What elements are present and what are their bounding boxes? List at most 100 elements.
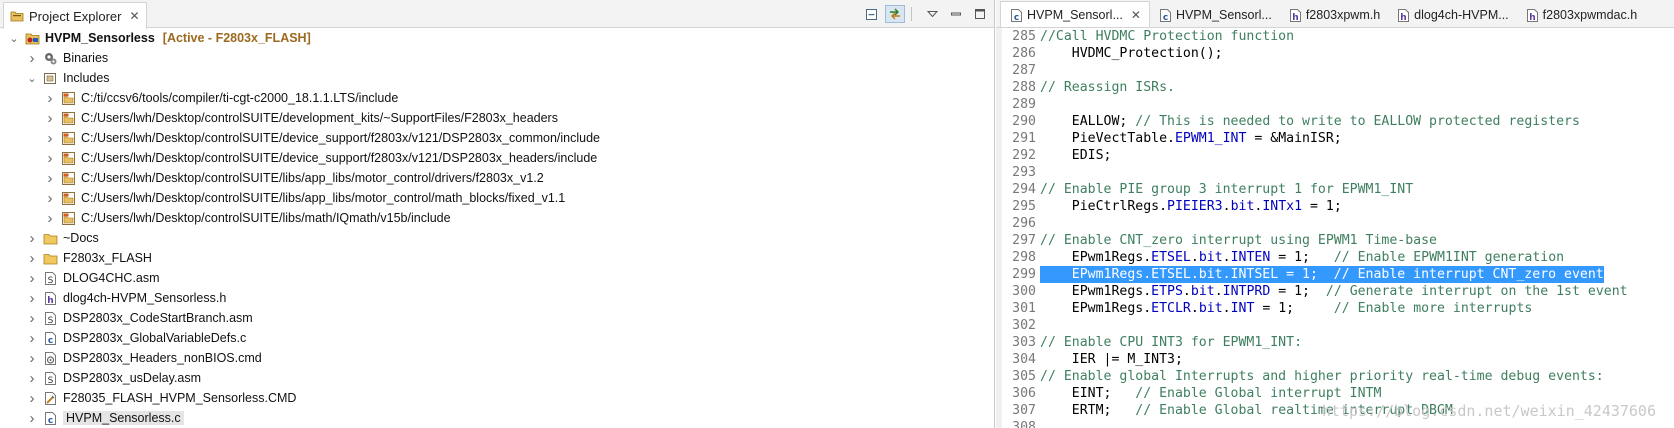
- code-line[interactable]: 295 PieCtrlRegs.PIEIER3.bit.INTx1 = 1;: [1002, 198, 1674, 215]
- code-line[interactable]: 294 // Enable PIE group 3 interrupt 1 for…: [1002, 181, 1674, 198]
- code-line[interactable]: 287: [1002, 62, 1674, 79]
- tree-item[interactable]: › S DLOG4CHC.asm: [0, 268, 994, 288]
- code-line[interactable]: 292 EDIS;: [1002, 147, 1674, 164]
- code-line[interactable]: 297 // Enable CNT_zero interrupt using EP…: [1002, 232, 1674, 249]
- svg-text:S: S: [48, 276, 54, 286]
- code-view[interactable]: 285 //Call HVDMC Protection function 286 H…: [996, 28, 1674, 428]
- minimize-button[interactable]: [946, 5, 966, 23]
- code-member: PIEIER3: [1167, 199, 1223, 214]
- tree-item[interactable]: › C:/Users/lwh/Desktop/controlSUITE/libs/…: [0, 168, 994, 188]
- project-root-row[interactable]: ⌄ HVPM_Sensorless [Active - F2803x_FLASH…: [0, 28, 994, 48]
- tree-item[interactable]: › C:/Users/lwh/Desktop/controlSUITE/libs/…: [0, 188, 994, 208]
- editor-tab[interactable]: h dlog4ch-HVPM...: [1388, 3, 1516, 27]
- chevron-right-icon[interactable]: ›: [44, 90, 56, 107]
- tree-item-label: HVPM_Sensorless.c: [63, 411, 184, 425]
- chevron-right-icon[interactable]: ›: [26, 230, 38, 247]
- chevron-right-icon[interactable]: ›: [26, 410, 38, 427]
- code-text: EPwm1Regs.ETSEL.bit.INTSEL = 1; // Enabl…: [1040, 266, 1604, 283]
- code-line[interactable]: 286 HVDMC_Protection();: [1002, 45, 1674, 62]
- chevron-right-icon[interactable]: ›: [26, 330, 38, 347]
- tree-item[interactable]: › c HVPM_Sensorless.c: [0, 408, 994, 428]
- chevron-right-icon[interactable]: ›: [44, 190, 56, 207]
- code-line[interactable]: 305 // Enable global Interrupts and highe…: [1002, 368, 1674, 385]
- code-member: bit: [1190, 284, 1215, 299]
- tree-item[interactable]: › S DSP2803x_CodeStartBranch.asm: [0, 308, 994, 328]
- chevron-down-icon[interactable]: ⌄: [26, 71, 38, 85]
- project-explorer-tab[interactable]: Project Explorer ✕: [3, 2, 147, 29]
- tree-item[interactable]: ⌄ Includes: [0, 68, 994, 88]
- editor-tab[interactable]: c HVPM_Sensorl...: [1150, 3, 1280, 27]
- editor-tab[interactable]: h f2803xpwmdac.h: [1517, 3, 1646, 27]
- tree-item[interactable]: › DSP2803x_Headers_nonBIOS.cmd: [0, 348, 994, 368]
- tree-item[interactable]: › C:/ti/ccsv6/tools/compiler/ti-cgt-c2000…: [0, 88, 994, 108]
- chevron-right-icon[interactable]: ›: [26, 290, 38, 307]
- code-token: = 1;: [1254, 301, 1334, 316]
- code-line[interactable]: 296: [1002, 215, 1674, 232]
- tree-item[interactable]: › C:/Users/lwh/Desktop/controlSUITE/libs/…: [0, 208, 994, 228]
- code-line[interactable]: 291 PieVectTable.EPWM1_INT = &MainISR;: [1002, 130, 1674, 147]
- chevron-down-icon[interactable]: ⌄: [8, 31, 20, 45]
- tree-item[interactable]: › S DSP2803x_usDelay.asm: [0, 368, 994, 388]
- code-text: IER |= M_INT3;: [1040, 351, 1183, 368]
- close-icon[interactable]: ✕: [1131, 8, 1141, 22]
- code-line[interactable]: 300 EPwm1Regs.ETPS.bit.INTPRD = 1; // Ge…: [1002, 283, 1674, 300]
- chevron-right-icon[interactable]: ›: [26, 50, 38, 67]
- tree-item[interactable]: › Binaries: [0, 48, 994, 68]
- view-menu-button[interactable]: [922, 5, 942, 23]
- editor-tab[interactable]: c HVPM_Sensorl... ✕: [1000, 1, 1150, 27]
- tree-item[interactable]: › C:/Users/lwh/Desktop/controlSUITE/devic…: [0, 148, 994, 168]
- chevron-right-icon[interactable]: ›: [44, 130, 56, 147]
- code-text: EPwm1Regs.ETCLR.bit.INT = 1; // Enable m…: [1040, 300, 1533, 317]
- code-line[interactable]: 302: [1002, 317, 1674, 334]
- link-with-editor-button[interactable]: [885, 5, 905, 23]
- tree-item[interactable]: › F28035_FLASH_HVPM_Sensorless.CMD: [0, 388, 994, 408]
- c-file-icon: c: [1158, 8, 1171, 23]
- chevron-right-icon[interactable]: ›: [26, 390, 38, 407]
- line-number: 285: [1012, 29, 1036, 44]
- chevron-right-icon[interactable]: ›: [44, 110, 56, 127]
- collapse-all-button[interactable]: [861, 5, 881, 23]
- code-editor-panel: c HVPM_Sensorl... ✕ c HVPM_Sensorl... h f2803x…: [996, 0, 1674, 428]
- tree-item[interactable]: › F2803x_FLASH: [0, 248, 994, 268]
- chevron-right-icon[interactable]: ›: [26, 310, 38, 327]
- code-line[interactable]: 308: [1002, 419, 1674, 428]
- code-line[interactable]: 306 EINT; // Enable Global interrupt INT…: [1002, 385, 1674, 402]
- line-number: 308: [1012, 420, 1036, 428]
- code-line[interactable]: 289: [1002, 96, 1674, 113]
- line-number: 303: [1012, 335, 1036, 350]
- line-number: 306: [1012, 386, 1036, 401]
- editor-tab[interactable]: h f2803xpwm.h: [1280, 3, 1388, 27]
- tree-item-label: DSP2803x_GlobalVariableDefs.c: [63, 331, 247, 345]
- code-token: .: [1182, 284, 1191, 299]
- include-folder-icon: [61, 91, 76, 106]
- tree-item[interactable]: › h dlog4ch-HVPM_Sensorless.h: [0, 288, 994, 308]
- code-text: EDIS;: [1040, 147, 1112, 164]
- code-line[interactable]: 288 // Reassign ISRs.: [1002, 79, 1674, 96]
- code-line[interactable]: 304 IER |= M_INT3;: [1002, 351, 1674, 368]
- chevron-right-icon[interactable]: ›: [26, 270, 38, 287]
- code-comment: // Enable PIE group 3 interrupt 1 for EP…: [1040, 182, 1414, 197]
- maximize-button[interactable]: [970, 5, 990, 23]
- chevron-right-icon[interactable]: ›: [44, 170, 56, 187]
- tree-item[interactable]: › C:/Users/lwh/Desktop/controlSUITE/devic…: [0, 128, 994, 148]
- chevron-right-icon[interactable]: ›: [44, 210, 56, 227]
- code-text: //Call HVDMC Protection function: [1040, 28, 1294, 45]
- code-line[interactable]: 301 EPwm1Regs.ETCLR.bit.INT = 1; // Enab…: [1002, 300, 1674, 317]
- tree-item[interactable]: › c DSP2803x_GlobalVariableDefs.c: [0, 328, 994, 348]
- tree-item[interactable]: › C:/Users/lwh/Desktop/controlSUITE/devel…: [0, 108, 994, 128]
- close-icon[interactable]: ✕: [129, 9, 139, 23]
- code-text: // Enable PIE group 3 interrupt 1 for EP…: [1040, 181, 1413, 198]
- selected-code-line[interactable]: 299 EPwm1Regs.ETSEL.bit.INTSEL = 1; // E…: [1002, 266, 1674, 283]
- chevron-right-icon[interactable]: ›: [26, 350, 38, 367]
- code-line[interactable]: 298 EPwm1Regs.ETSEL.bit.INTEN = 1; // En…: [1002, 249, 1674, 266]
- chevron-right-icon[interactable]: ›: [26, 370, 38, 387]
- code-token: EPwm1Regs.: [1040, 250, 1152, 265]
- code-line[interactable]: 290 EALLOW; // This is needed to write t…: [1002, 113, 1674, 130]
- chevron-right-icon[interactable]: ›: [44, 150, 56, 167]
- code-line[interactable]: 307 ERTM; // Enable Global realtime inte…: [1002, 402, 1674, 419]
- code-line[interactable]: 285 //Call HVDMC Protection function: [1002, 28, 1674, 45]
- code-line[interactable]: 303 // Enable CPU INT3 for EPWM1_INT:: [1002, 334, 1674, 351]
- tree-item[interactable]: › ~Docs: [0, 228, 994, 248]
- code-line[interactable]: 293: [1002, 164, 1674, 181]
- chevron-right-icon[interactable]: ›: [26, 250, 38, 267]
